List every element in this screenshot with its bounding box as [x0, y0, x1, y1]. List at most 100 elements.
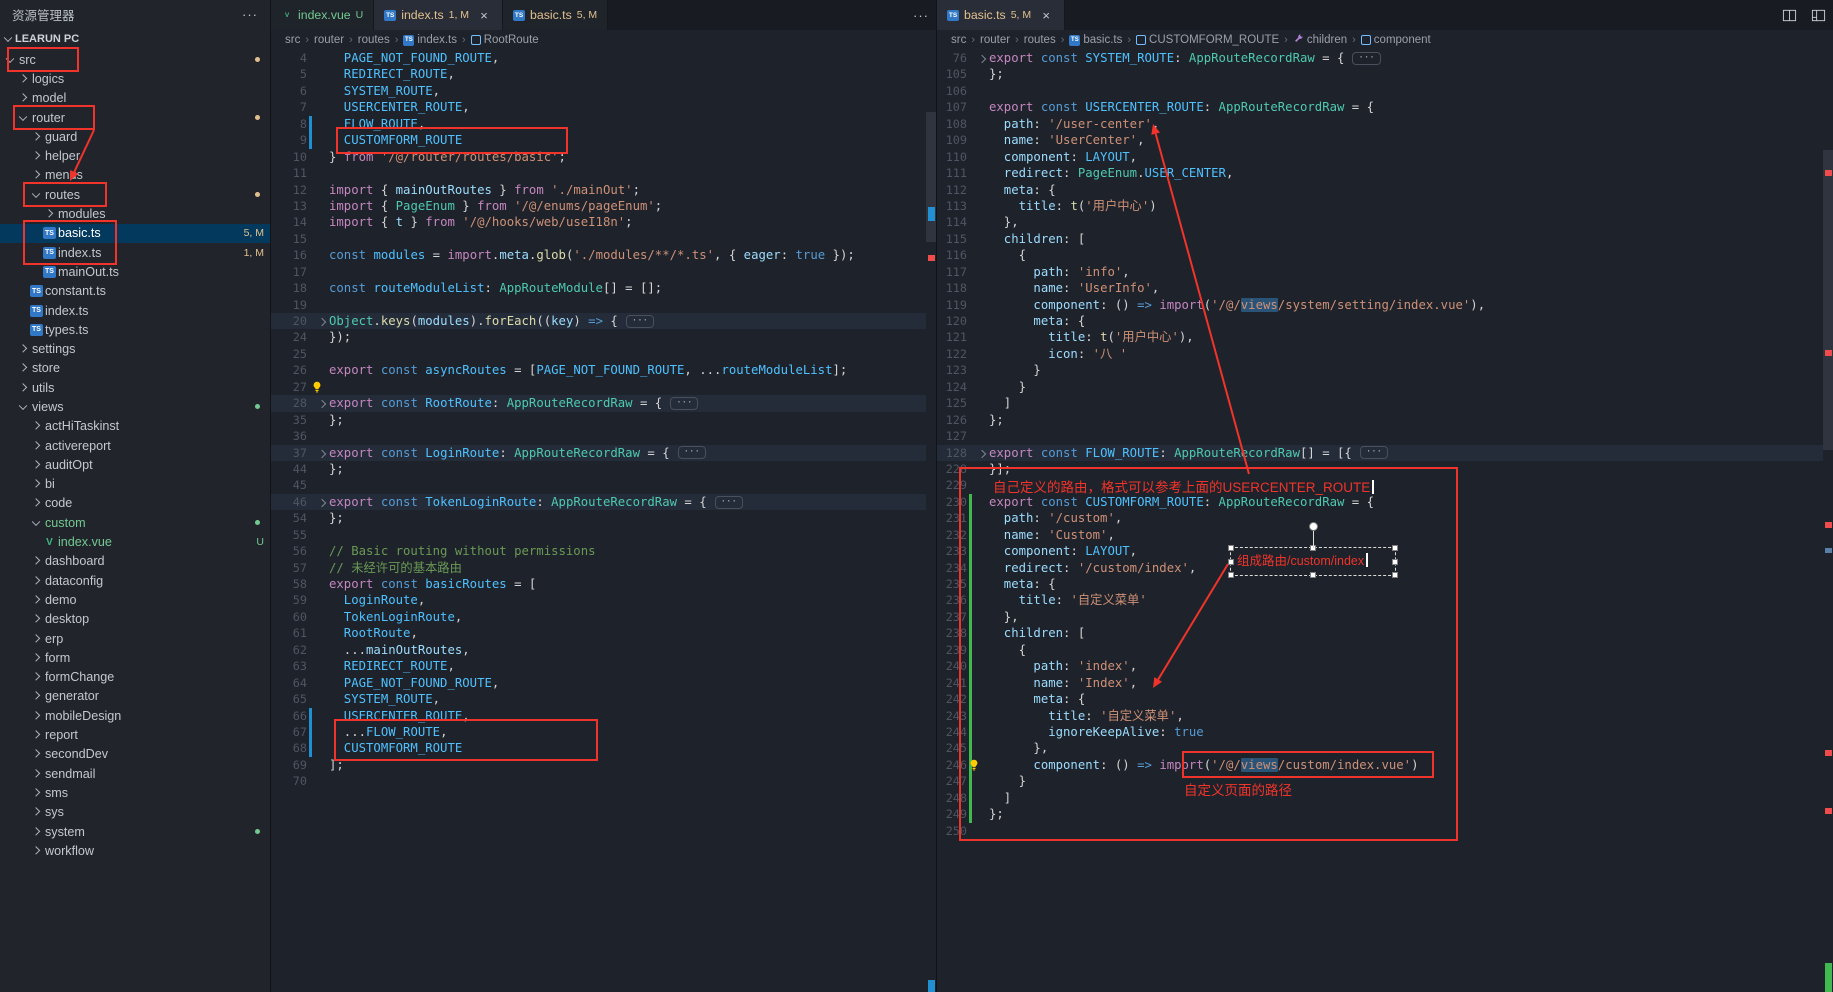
selection-handle[interactable] [1228, 559, 1234, 565]
chevron-right-icon[interactable] [30, 783, 43, 802]
folded-code-ellipsis[interactable]: ··· [1360, 446, 1388, 459]
code-line-116[interactable]: 116 { [937, 247, 1823, 263]
line-number[interactable]: 36 [271, 428, 307, 444]
tree-item-workflow[interactable]: workflow [0, 841, 270, 860]
line-number[interactable]: 56 [271, 543, 307, 559]
tree-item-sendmail[interactable]: sendmail [0, 764, 270, 783]
line-number[interactable]: 25 [271, 346, 307, 362]
tree-item-demo[interactable]: demo [0, 590, 270, 609]
code-line-248[interactable]: 248 ] [937, 790, 1823, 806]
line-number[interactable]: 27 [271, 379, 307, 395]
selection-handle[interactable] [1310, 572, 1316, 578]
annotation-textbox[interactable]: 组成路由/custom/index [1230, 547, 1396, 576]
breadcrumb-item[interactable]: RootRoute [471, 34, 539, 46]
code-line-243[interactable]: 243 title: '自定义菜单', [937, 708, 1823, 724]
close-icon[interactable]: × [1038, 7, 1054, 23]
code-line-65[interactable]: 65 SYSTEM_ROUTE, [271, 691, 926, 707]
code-line-14[interactable]: 14import { t } from '/@/hooks/web/useI18… [271, 214, 926, 230]
chevron-right-icon[interactable] [30, 166, 43, 185]
more-actions-icon[interactable]: ··· [906, 0, 936, 30]
chevron-right-icon[interactable] [30, 822, 43, 841]
line-number[interactable]: 26 [271, 362, 307, 378]
tab-index.ts[interactable]: TSindex.ts1, M× [374, 0, 503, 30]
line-number[interactable]: 45 [271, 477, 307, 493]
line-number[interactable]: 35 [271, 412, 307, 428]
tree-item-index.ts[interactable]: TSindex.ts1, M [0, 243, 270, 262]
line-number[interactable]: 107 [937, 99, 967, 115]
code-line-126[interactable]: 126}; [937, 412, 1823, 428]
line-number[interactable]: 57 [271, 560, 307, 576]
chevron-right-icon[interactable] [30, 841, 43, 860]
chevron-right-icon[interactable] [30, 455, 43, 474]
code-line-113[interactable]: 113 title: t('用户中心') [937, 198, 1823, 214]
line-number[interactable]: 116 [937, 247, 967, 263]
tree-item-modules[interactable]: modules [0, 204, 270, 223]
selection-handle[interactable] [1392, 572, 1398, 578]
line-number[interactable]: 5 [271, 66, 307, 82]
code-line-70[interactable]: 70 [271, 773, 926, 789]
scrollbar-thumb[interactable] [926, 112, 936, 242]
fold-chevron-icon[interactable] [318, 318, 326, 326]
code-line-114[interactable]: 114 }, [937, 214, 1823, 230]
chevron-right-icon[interactable] [17, 339, 30, 358]
tree-item-erp[interactable]: erp [0, 629, 270, 648]
chevron-right-icon[interactable] [30, 668, 43, 687]
line-number[interactable]: 125 [937, 395, 967, 411]
line-number[interactable]: 246 [937, 757, 967, 773]
chevron-down-icon[interactable] [4, 50, 17, 69]
line-number[interactable]: 231 [937, 510, 967, 526]
code-line-26[interactable]: 26export const asyncRoutes = [PAGE_NOT_F… [271, 362, 926, 378]
line-number[interactable]: 65 [271, 691, 307, 707]
project-section-header[interactable]: LEARUN PC [0, 28, 270, 50]
breadcrumb-item[interactable]: src [285, 34, 300, 46]
code-line-109[interactable]: 109 name: 'UserCenter', [937, 132, 1823, 148]
chevron-right-icon[interactable] [30, 571, 43, 590]
code-line-28[interactable]: 28export const RootRoute: AppRouteRecord… [271, 395, 926, 411]
fold-chevron-icon[interactable] [318, 499, 326, 507]
line-number[interactable]: 62 [271, 642, 307, 658]
code-line-62[interactable]: 62 ...mainOutRoutes, [271, 642, 926, 658]
chevron-right-icon[interactable] [30, 127, 43, 146]
code-line-121[interactable]: 121 title: t('用户中心'), [937, 329, 1823, 345]
line-number[interactable]: 114 [937, 214, 967, 230]
code-line-63[interactable]: 63 REDIRECT_ROUTE, [271, 658, 926, 674]
chevron-right-icon[interactable] [30, 764, 43, 783]
line-number[interactable]: 241 [937, 675, 967, 691]
code-line-46[interactable]: 46export const TokenLoginRoute: AppRoute… [271, 494, 926, 510]
tree-item-actHiTaskinst[interactable]: actHiTaskinst [0, 417, 270, 436]
code-line-242[interactable]: 242 meta: { [937, 691, 1823, 707]
code-line-247[interactable]: 247 } [937, 773, 1823, 789]
line-number[interactable]: 240 [937, 658, 967, 674]
code-line-37[interactable]: 37export const LoginRoute: AppRouteRecor… [271, 445, 926, 461]
line-number[interactable]: 14 [271, 214, 307, 230]
tree-item-mobileDesign[interactable]: mobileDesign [0, 706, 270, 725]
line-number[interactable]: 28 [271, 395, 307, 411]
line-number[interactable]: 245 [937, 740, 967, 756]
code-line-45[interactable]: 45 [271, 477, 926, 493]
tree-item-form[interactable]: form [0, 648, 270, 667]
chevron-right-icon[interactable] [30, 803, 43, 822]
code-line-245[interactable]: 245 }, [937, 740, 1823, 756]
line-number[interactable]: 67 [271, 724, 307, 740]
line-number[interactable]: 13 [271, 198, 307, 214]
code-line-7[interactable]: 7 USERCENTER_ROUTE, [271, 99, 926, 115]
code-line-239[interactable]: 239 { [937, 642, 1823, 658]
code-line-64[interactable]: 64 PAGE_NOT_FOUND_ROUTE, [271, 675, 926, 691]
line-number[interactable]: 250 [937, 823, 967, 839]
selection-handle[interactable] [1392, 545, 1398, 551]
code-line-124[interactable]: 124 } [937, 379, 1823, 395]
line-number[interactable]: 17 [271, 264, 307, 280]
tab-index.vue[interactable]: Vindex.vueU [271, 0, 374, 30]
tree-item-sys[interactable]: sys [0, 803, 270, 822]
line-number[interactable]: 69 [271, 757, 307, 773]
tree-item-helper[interactable]: helper [0, 146, 270, 165]
code-line-54[interactable]: 54}; [271, 510, 926, 526]
line-number[interactable]: 8 [271, 116, 307, 132]
line-number[interactable]: 239 [937, 642, 967, 658]
line-number[interactable]: 243 [937, 708, 967, 724]
code-line-10[interactable]: 10} from '/@/router/routes/basic'; [271, 149, 926, 165]
line-number[interactable]: 238 [937, 625, 967, 641]
tree-item-types.ts[interactable]: TStypes.ts [0, 320, 270, 339]
line-number[interactable]: 122 [937, 346, 967, 362]
folded-code-ellipsis[interactable]: ··· [670, 397, 698, 410]
